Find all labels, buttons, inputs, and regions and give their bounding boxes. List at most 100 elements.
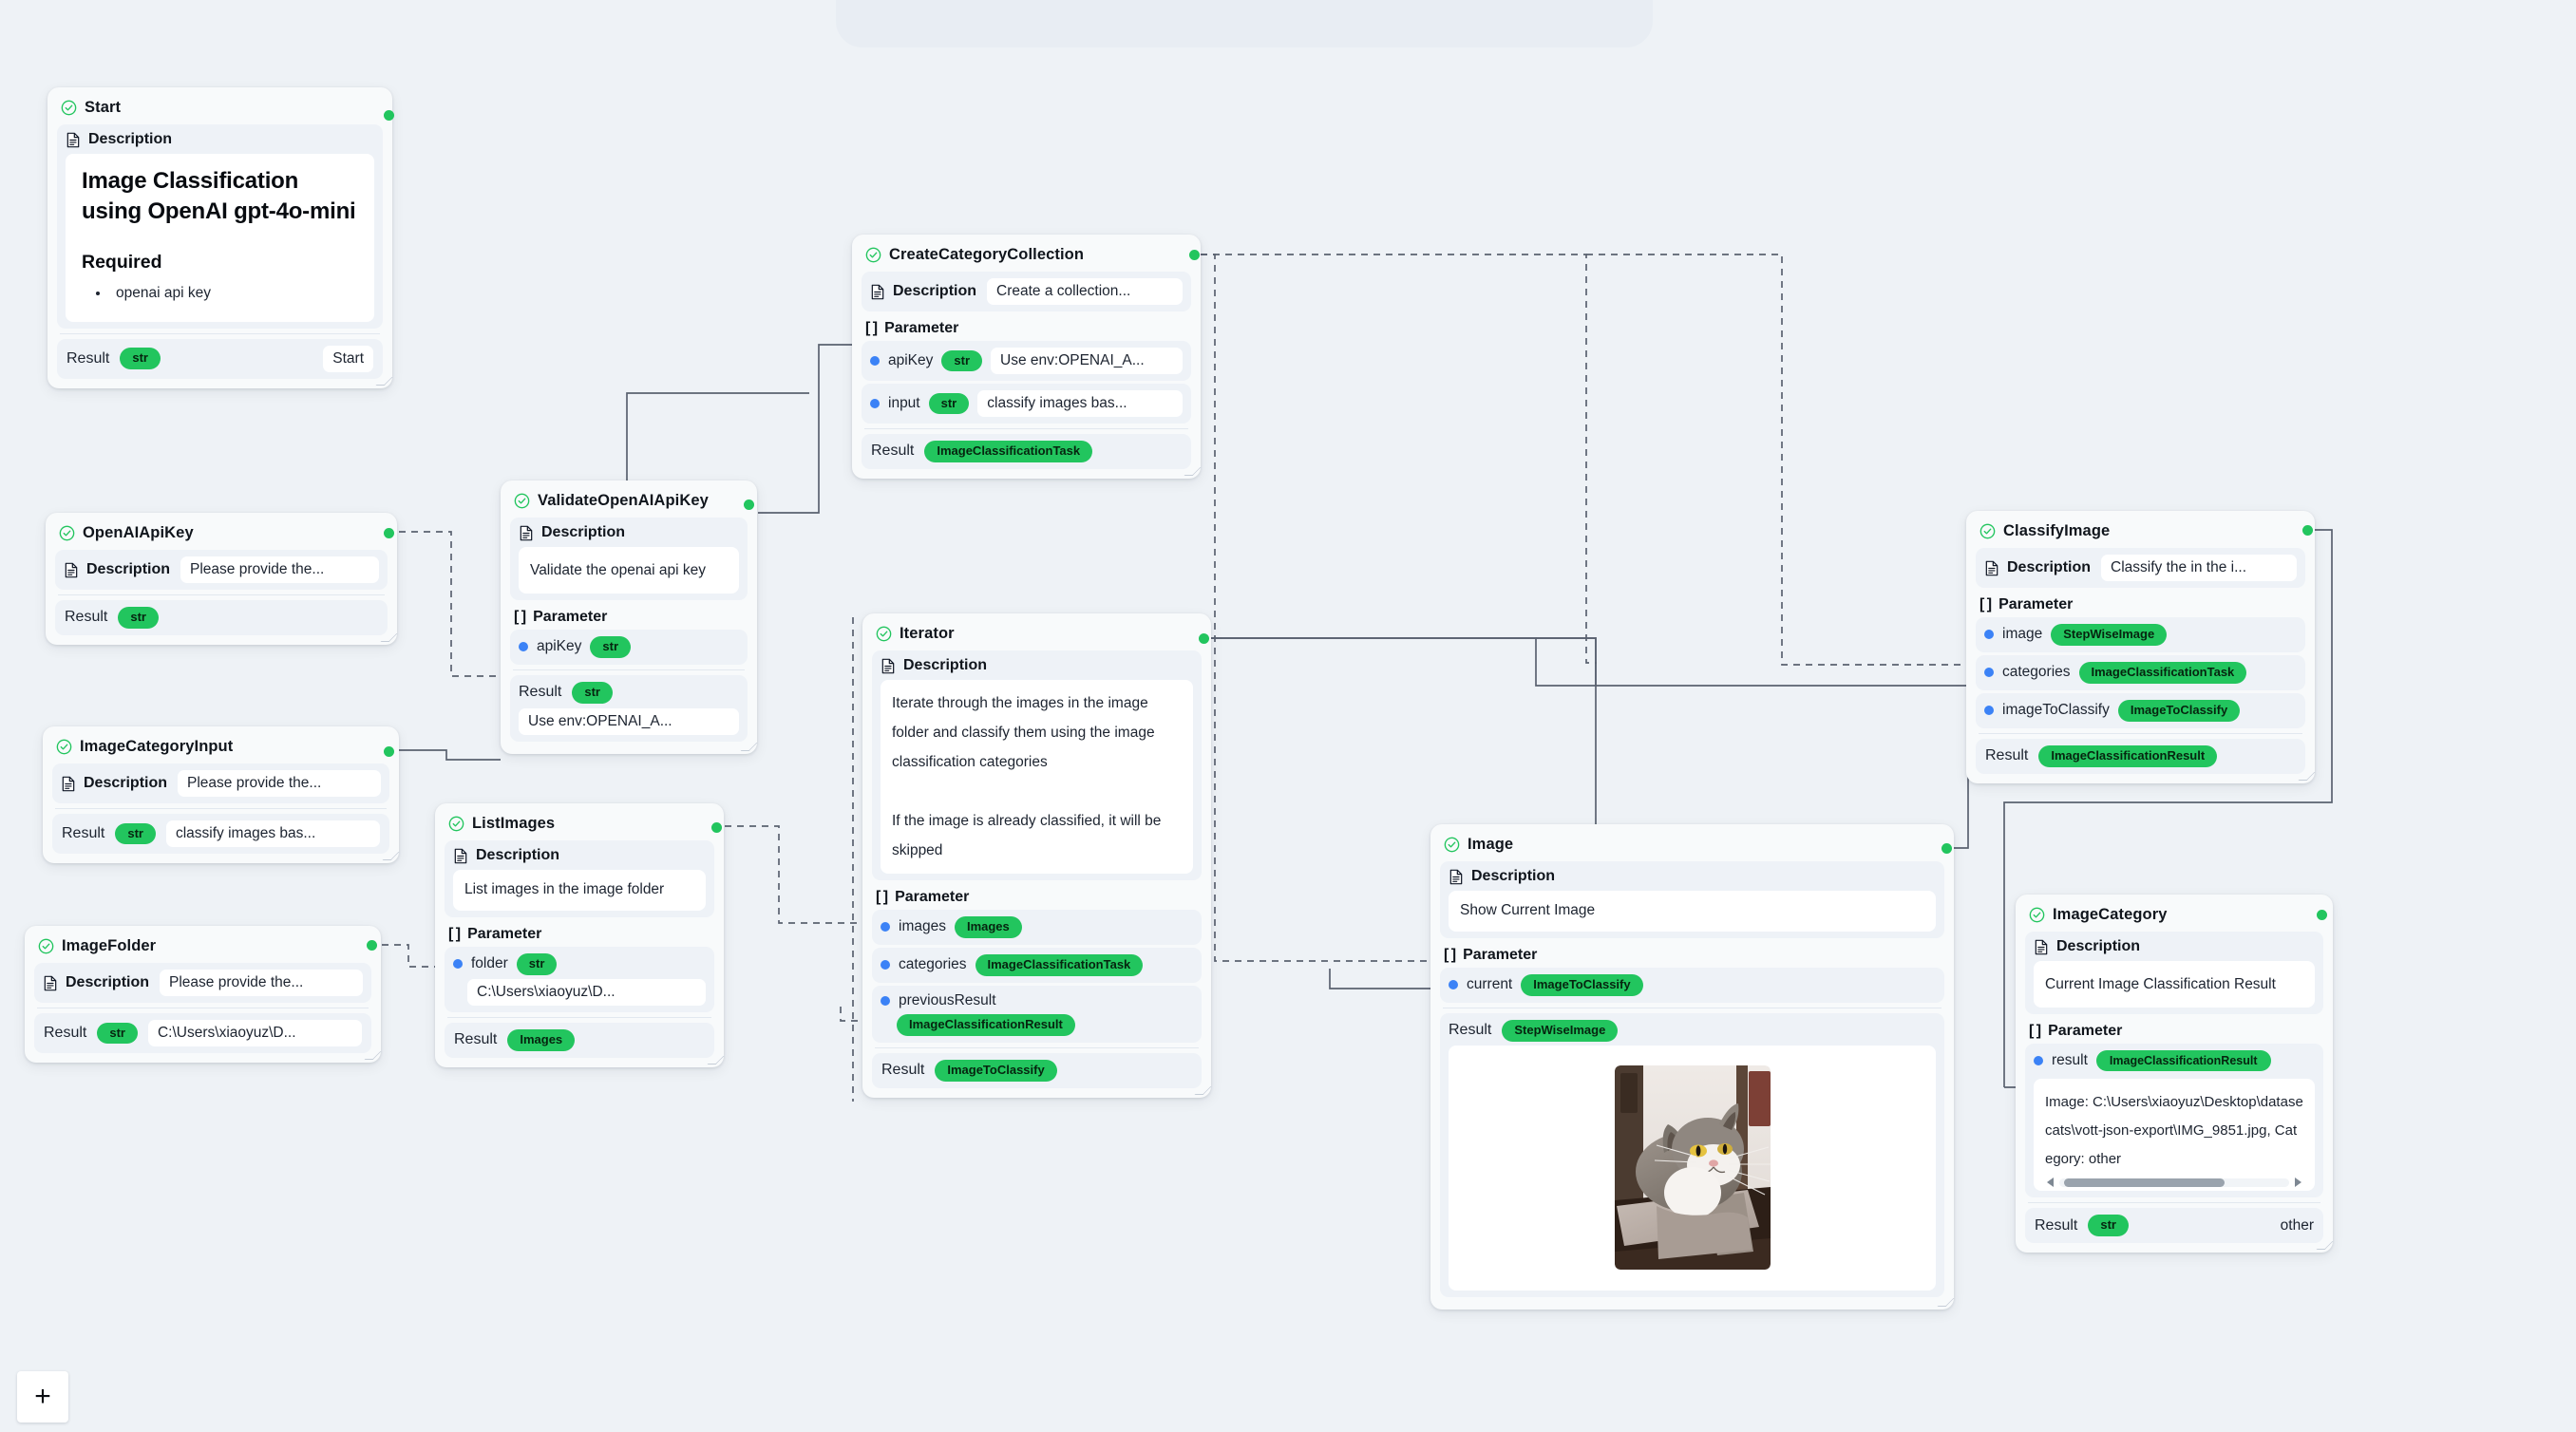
port-in-icon[interactable]: [519, 642, 528, 652]
description-label: Description: [2007, 559, 2092, 575]
port-in-icon[interactable]: [870, 399, 880, 408]
node-image[interactable]: Image Description Show Current Image [ ]…: [1430, 824, 1955, 1310]
resize-handle[interactable]: [740, 742, 758, 751]
port-in-icon[interactable]: [1984, 706, 1994, 716]
parameter-row-folder[interactable]: folder str C:\Users\xiaoyuz\D...: [445, 946, 714, 1012]
description-label: Description: [903, 657, 988, 673]
description-value[interactable]: Please provide the...: [178, 770, 381, 797]
type-badge: ImageToClassify: [2117, 699, 2241, 722]
port-out-openai-api-key[interactable]: [384, 528, 394, 538]
description-value[interactable]: Current Image Classification Result: [2034, 961, 2315, 1008]
result-value[interactable]: classify images bas...: [165, 820, 380, 847]
document-icon: [871, 284, 884, 299]
divider: [864, 428, 1188, 429]
node-image-category[interactable]: ImageCategory Description Current Image …: [2016, 895, 2334, 1253]
parameter-row-imagetoclassify[interactable]: imageToClassify ImageToClassify: [1976, 692, 2305, 728]
horizontal-scrollbar[interactable]: [2045, 1174, 2303, 1188]
node-list-images[interactable]: ListImages Description List images in th…: [435, 803, 725, 1067]
result-value[interactable]: Use env:OPENAI_A...: [519, 707, 739, 735]
description-label: Description: [88, 131, 173, 147]
port-out-create-category-collection[interactable]: [1189, 250, 1200, 260]
node-iterator[interactable]: Iterator Description Iterate through the…: [862, 613, 1212, 1098]
port-out-list-images[interactable]: [711, 822, 722, 833]
port-out-image-folder[interactable]: [367, 940, 377, 951]
parameter-row-categories[interactable]: categories ImageClassificationTask: [872, 947, 1202, 983]
result-row: Result ImageToClassify: [872, 1052, 1202, 1088]
node-image-folder[interactable]: ImageFolder Description Please provide t…: [25, 926, 382, 1063]
description-value[interactable]: List images in the image folder: [453, 870, 706, 911]
resize-handle[interactable]: [364, 1051, 382, 1060]
port-in-icon[interactable]: [881, 960, 890, 970]
scroll-track[interactable]: [2059, 1178, 2289, 1187]
resize-handle[interactable]: [1937, 1297, 1955, 1307]
description-section: Description Current Image Classification…: [2025, 932, 2323, 1014]
scroll-right-arrow-icon[interactable]: [2295, 1178, 2301, 1188]
port-in-icon[interactable]: [2034, 1056, 2043, 1066]
resize-handle[interactable]: [375, 376, 393, 386]
description-value[interactable]: Please provide the...: [180, 556, 379, 583]
port-out-classify-image[interactable]: [2302, 525, 2313, 536]
check-circle-icon: [448, 816, 464, 832]
description-value[interactable]: Iterate through the images in the image …: [881, 680, 1193, 874]
port-out-validate-openai-api-key[interactable]: [744, 499, 754, 510]
resize-handle[interactable]: [382, 852, 400, 860]
parameter-value[interactable]: classify images bas...: [977, 390, 1183, 417]
port-out-iterator[interactable]: [1199, 633, 1209, 644]
description-label: Description: [893, 283, 977, 299]
check-circle-icon: [56, 739, 72, 755]
parameter-row-current[interactable]: current ImageToClassify: [1440, 967, 1944, 1003]
resize-handle[interactable]: [380, 632, 398, 642]
cat-photo[interactable]: [1614, 1065, 1771, 1271]
port-in-icon[interactable]: [1984, 668, 1994, 678]
start-result-value[interactable]: Start: [323, 345, 373, 372]
description-value[interactable]: Show Current Image: [1449, 891, 1936, 932]
parameter-row-apikey[interactable]: apiKey str: [510, 630, 748, 665]
add-node-button[interactable]: +: [17, 1371, 68, 1423]
node-openai-api-key[interactable]: OpenAIApiKey Description Please provide …: [46, 513, 398, 645]
parameter-value[interactable]: Use env:OPENAI_A...: [991, 348, 1183, 374]
parameter-value-panel[interactable]: Image: C:\Users\xiaoyuz\Desktop\datase c…: [2034, 1079, 2315, 1192]
node-image-category-input[interactable]: ImageCategoryInput Description Please pr…: [43, 726, 400, 863]
description-value[interactable]: Validate the openai api key: [519, 547, 739, 594]
parameter-row-result[interactable]: result ImageClassificationResult Image: …: [2025, 1044, 2323, 1198]
node-start[interactable]: Start Description Image Classification u…: [47, 87, 393, 388]
description-value[interactable]: Please provide the...: [160, 970, 363, 996]
node-validate-openai-api-key[interactable]: ValidateOpenAIApiKey Description Validat…: [501, 480, 758, 754]
parameter-row-input[interactable]: input str classify images bas...: [862, 384, 1191, 424]
type-badge: ImageToClassify: [935, 1059, 1057, 1082]
resize-handle[interactable]: [1184, 466, 1202, 476]
parameter-row-categories[interactable]: categories ImageClassificationTask: [1976, 654, 2305, 690]
workflow-canvas[interactable]: Start Description Image Classification u…: [0, 0, 2576, 1432]
port-out-image[interactable]: [1941, 843, 1952, 854]
parameter-row-image[interactable]: image StepWiseImage: [1976, 617, 2305, 652]
type-badge: StepWiseImage: [1502, 1019, 1619, 1042]
node-classify-image[interactable]: ClassifyImage Description Classify the i…: [1966, 511, 2316, 783]
parameter-row-images[interactable]: images Images: [872, 910, 1202, 945]
port-out-image-category-input[interactable]: [384, 746, 394, 757]
parameter-value[interactable]: C:\Users\xiaoyuz\D...: [467, 978, 706, 1006]
description-label: Description: [1471, 868, 1556, 884]
resize-handle[interactable]: [2316, 1241, 2334, 1251]
type-badge: ImageClassificationResult: [2038, 744, 2218, 767]
parameter-row-apikey[interactable]: apiKey str Use env:OPENAI_A...: [862, 341, 1191, 381]
parameter-name: imageToClassify: [2002, 702, 2110, 719]
node-openai-api-key-title: OpenAIApiKey: [83, 524, 194, 541]
check-circle-icon: [59, 525, 75, 541]
port-in-icon[interactable]: [881, 922, 890, 933]
scroll-left-arrow-icon[interactable]: [2047, 1178, 2054, 1188]
scroll-thumb[interactable]: [2063, 1178, 2226, 1187]
parameter-label: Parameter: [1998, 596, 2074, 612]
description-value[interactable]: Create a collection...: [987, 278, 1183, 305]
port-out-image-category[interactable]: [2317, 910, 2327, 920]
node-list-images-title-row: ListImages: [445, 813, 714, 840]
port-in-icon[interactable]: [453, 959, 463, 970]
parameter-row-previousresult[interactable]: previousResult ImageClassificationResult: [872, 985, 1202, 1043]
port-in-icon[interactable]: [1449, 980, 1458, 990]
port-in-icon[interactable]: [870, 356, 880, 366]
node-create-category-collection[interactable]: CreateCategoryCollection Description Cre…: [852, 235, 1202, 479]
port-in-icon[interactable]: [881, 995, 890, 1006]
result-value[interactable]: C:\Users\xiaoyuz\D...: [147, 1020, 362, 1046]
port-in-icon[interactable]: [1984, 630, 1994, 640]
description-value[interactable]: Classify the in the i...: [2101, 555, 2297, 581]
port-out-start[interactable]: [384, 110, 394, 121]
